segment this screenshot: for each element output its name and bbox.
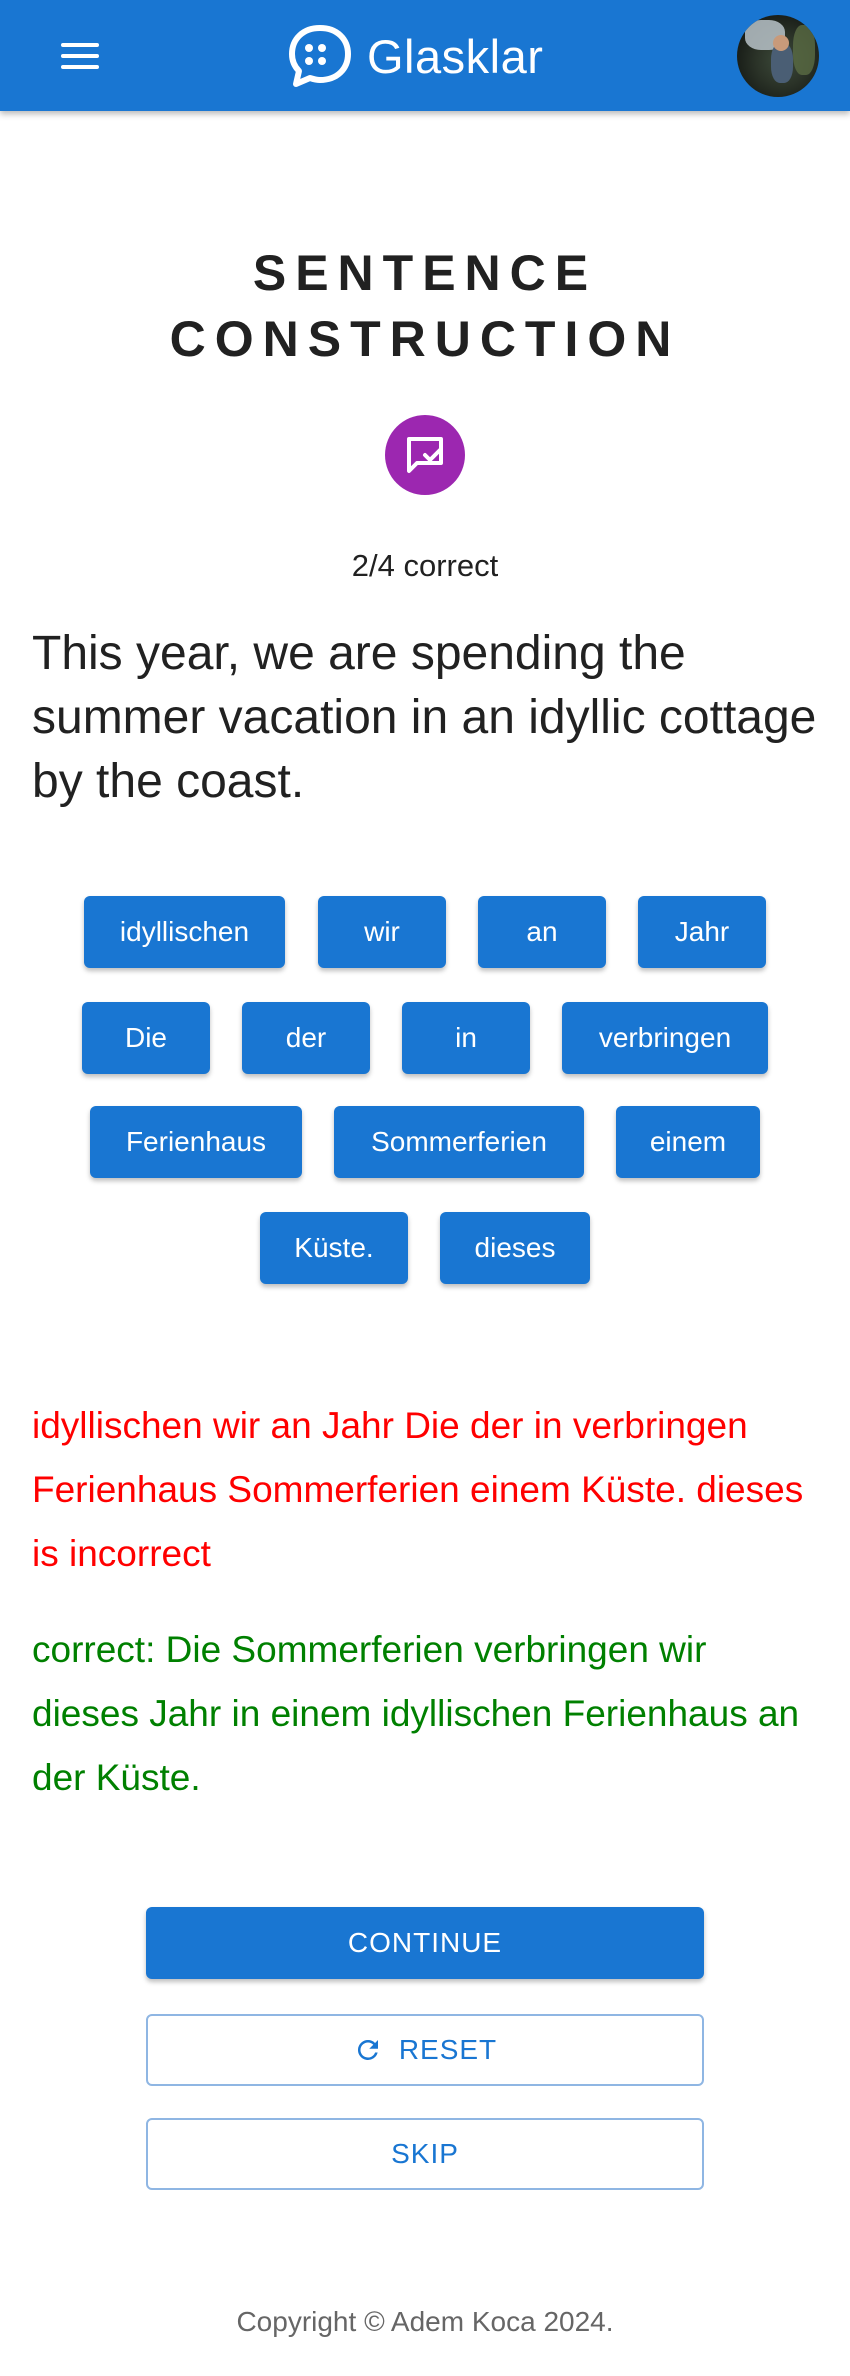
- word-chip[interactable]: an: [478, 896, 606, 968]
- footer-copyright: Copyright © Adem Koca 2024.: [236, 2306, 614, 2337]
- continue-button[interactable]: CONTINUE: [146, 1907, 704, 1979]
- reset-label: RESET: [398, 2034, 498, 2065]
- word-chip[interactable]: Sommerferien: [334, 1106, 584, 1178]
- word-chip[interactable]: in: [402, 1002, 530, 1074]
- word-chip[interactable]: idyllischen: [84, 896, 285, 968]
- user-avatar[interactable]: [737, 15, 819, 97]
- chat-bubble-icon: [289, 25, 351, 87]
- english-prompt: This year, we are spending the summer va…: [32, 627, 817, 808]
- word-chip[interactable]: Jahr: [638, 896, 766, 968]
- brand-name: Glasklar: [367, 29, 544, 83]
- page-title: SENTENCE CONSTRUCTION: [0, 240, 850, 372]
- message-check-icon: [385, 415, 465, 495]
- reset-button[interactable]: RESET: [146, 2014, 704, 2086]
- word-chip[interactable]: wir: [318, 896, 446, 968]
- message-check-glyph: [407, 437, 443, 473]
- word-chip[interactable]: der: [242, 1002, 370, 1074]
- word-chip[interactable]: Ferienhaus: [90, 1106, 302, 1178]
- incorrect-feedback: idyllischen wir an Jahr Die der in verbr…: [32, 1405, 804, 1574]
- title-line-1: SENTENCE: [252, 245, 598, 301]
- word-chip[interactable]: Küste.: [260, 1212, 408, 1284]
- app-bar: Glasklar: [0, 0, 850, 111]
- brand[interactable]: Glasklar: [287, 20, 543, 92]
- correct-answer-feedback: correct: Die Sommerferien verbringen wir…: [32, 1629, 800, 1798]
- word-chip[interactable]: einem: [616, 1106, 760, 1178]
- word-chip[interactable]: Die: [82, 1002, 210, 1074]
- score-text: 2/4 correct: [351, 548, 499, 583]
- skip-button[interactable]: SKIP: [146, 2118, 704, 2190]
- refresh-icon: [357, 2040, 378, 2060]
- title-line-2: CONSTRUCTION: [169, 311, 681, 367]
- hamburger-menu-icon[interactable]: [50, 33, 110, 79]
- word-chip[interactable]: verbringen: [562, 1002, 768, 1074]
- word-chip[interactable]: dieses: [440, 1212, 590, 1284]
